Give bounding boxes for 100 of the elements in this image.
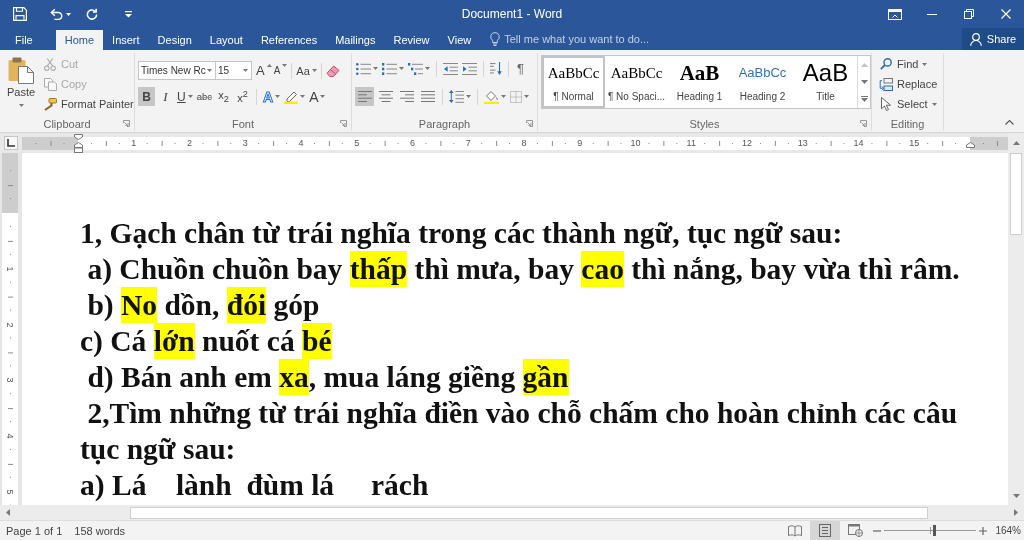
numbered-list-icon <box>382 62 397 75</box>
paintbrush-icon <box>43 97 57 111</box>
format-painter-button[interactable]: Format Painter <box>43 94 134 114</box>
dialog-launcher-icon[interactable] <box>340 120 347 127</box>
collapse-ribbon-button[interactable] <box>1003 118 1016 127</box>
ruler-number: 13 <box>797 138 808 148</box>
caret-icon <box>922 62 928 66</box>
cursor-arrow-icon <box>881 97 891 111</box>
ruler-number: 4 <box>298 138 304 148</box>
scrollbar-thumb[interactable] <box>1010 153 1022 235</box>
ruler-number: 5 <box>354 138 360 148</box>
dialog-launcher-icon[interactable] <box>860 120 867 127</box>
bar-caret-icon <box>124 10 132 18</box>
font-color-button[interactable]: A <box>308 87 327 106</box>
tab-selector-button[interactable] <box>4 136 18 150</box>
subscript-button[interactable]: x$_{2}$ <box>215 87 232 106</box>
group-label: Styles <box>689 117 720 130</box>
font-size-field[interactable]: 15 <box>215 61 252 80</box>
ribbon-tab[interactable]: Mailings <box>326 30 385 50</box>
align-left-icon <box>357 91 372 102</box>
ruler-number: 3 <box>242 138 248 148</box>
paint-bucket-icon <box>484 89 499 104</box>
share-button[interactable]: Share <box>962 28 1024 50</box>
document-paragraph: a) Lá lành đùm lá rách <box>80 468 430 503</box>
line-spacing-button[interactable] <box>448 87 472 106</box>
highlighter-icon <box>284 89 299 104</box>
lightbulb-icon <box>490 32 501 46</box>
document-paragraph: b) No dồn, đói góp <box>86 287 321 323</box>
select-button[interactable]: Select <box>879 94 943 114</box>
caret-icon <box>425 67 430 70</box>
style-gallery-item[interactable]: AaBbCc ¶ Normal <box>542 56 605 108</box>
bold-button[interactable]: B <box>138 87 155 106</box>
underline-button[interactable]: U <box>176 87 194 106</box>
style-gallery-item[interactable]: AaBbCc ¶ No Spaci... <box>605 56 668 108</box>
zoom-slider-thumb[interactable] <box>932 525 936 536</box>
grow-font-button[interactable]: A <box>255 61 273 80</box>
scrollbar-thumb[interactable] <box>130 506 928 519</box>
page-count[interactable]: Page 1 of 1 <box>6 524 63 537</box>
bulleted-list-icon <box>356 62 371 75</box>
eraser-icon <box>325 64 340 77</box>
ruler-number: 11 <box>686 138 696 148</box>
show-formatting-marks-button[interactable]: ¶ <box>514 59 527 78</box>
superscript-button[interactable]: x$^{2}$ <box>234 87 251 106</box>
horizontal-scrollbar[interactable] <box>0 505 1024 520</box>
tell-me-field[interactable]: Tell me what you want to do... <box>504 30 655 48</box>
ruler-number: 14 <box>853 138 864 148</box>
clipboard-icon <box>8 57 34 84</box>
copy-icon <box>43 77 57 91</box>
web-page-icon <box>847 524 863 537</box>
find-button[interactable]: Find <box>879 54 943 74</box>
print-layout-button[interactable] <box>810 521 841 540</box>
shrink-font-button[interactable]: A <box>272 61 289 80</box>
style-gallery-item[interactable]: AaB Title <box>794 56 857 108</box>
paste-button[interactable]: Paste <box>3 53 39 116</box>
replace-button[interactable]: Replace <box>879 74 943 94</box>
ribbon-tab[interactable]: Home <box>55 30 104 50</box>
style-gallery-item[interactable]: AaBbCc Heading 2 <box>731 56 794 108</box>
caret-icon <box>66 12 71 16</box>
dialog-launcher-icon[interactable] <box>123 120 130 127</box>
document-paragraph: a) Chuồn chuồn bay thấp thì mưa, bay cao thì nắng, bay vừa thì râm. <box>86 251 961 287</box>
caret-icon <box>399 67 404 70</box>
ribbon-tab[interactable]: View <box>438 30 481 50</box>
ribbon-tab[interactable]: Design <box>148 30 201 50</box>
ribbon-tab[interactable]: Insert <box>103 30 149 50</box>
window-title: Document1 - Word <box>461 7 563 21</box>
right-indent-icon[interactable] <box>965 141 975 148</box>
ruler-number: 4 <box>5 433 15 439</box>
document-paragraph: 2,Tìm những từ trái nghĩa điền vào chỗ chấm cho hoàn chỉnh các câu tục ngữ sau: <box>80 396 959 467</box>
plus-icon <box>979 526 988 535</box>
word-count[interactable]: 158 words <box>74 524 126 537</box>
zoom-level[interactable]: 164% <box>995 525 1021 536</box>
ribbon-tab[interactable]: Review <box>384 30 439 50</box>
ruler-number: 1 <box>131 138 137 148</box>
ribbon-tab[interactable]: File <box>8 30 40 50</box>
caret-icon <box>524 95 529 98</box>
document-paragraph: 1, Gạch chân từ trái nghĩa trong các thành ngữ, tục ngữ sau: <box>80 216 844 251</box>
right-triangle-icon <box>1014 509 1018 516</box>
horizontal-ruler[interactable]: 1 2 3 4 5 6 7 8 9 10 11 12 13 14 15 <box>22 136 1008 150</box>
italic-button[interactable]: I <box>157 87 174 106</box>
style-gallery-item[interactable]: AaB Heading 1 <box>668 56 731 108</box>
decrease-indent-icon <box>443 62 458 75</box>
chevron-up-icon <box>1005 120 1014 125</box>
save-icon <box>13 7 27 21</box>
ribbon-tab[interactable]: References <box>251 30 327 50</box>
vertical-scrollbar[interactable] <box>1008 133 1024 505</box>
left-tab-stop-icon <box>7 139 15 147</box>
ribbon-tab[interactable]: Layout <box>200 30 252 50</box>
dialog-launcher-icon[interactable] <box>526 120 533 127</box>
multilevel-list-icon <box>408 62 423 75</box>
align-left-button[interactable] <box>355 87 374 106</box>
undo-icon <box>49 8 63 20</box>
hanging-indent-icon[interactable] <box>73 141 83 153</box>
sort-button[interactable] <box>489 59 503 78</box>
caret-icon <box>501 95 506 98</box>
font-name-field[interactable]: Times New Rc <box>138 61 216 80</box>
change-case-button[interactable]: Aa <box>295 61 318 80</box>
ruler-number: 5 <box>5 489 15 495</box>
left-triangle-icon <box>6 509 10 516</box>
ruler-number: 7 <box>465 138 471 148</box>
caret-icon <box>282 64 288 67</box>
